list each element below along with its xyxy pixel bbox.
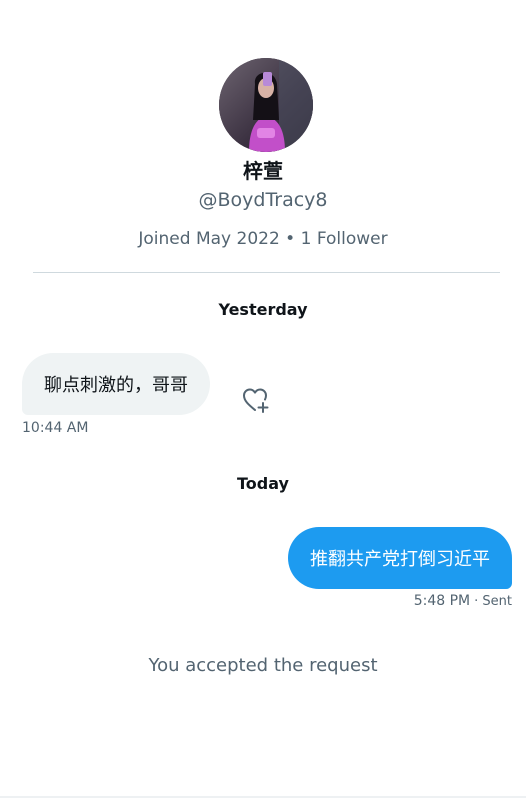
- profile-photo: [219, 58, 313, 152]
- profile-meta: Joined May 2022 • 1 Follower: [138, 229, 388, 249]
- profile-header: 梓萱 @BoydTracy8 Joined May 2022 • 1 Follo…: [0, 0, 526, 260]
- avatar[interactable]: [219, 58, 313, 152]
- message-timestamp: 10:44 AM: [22, 420, 89, 436]
- day-label-yesterday: Yesterday: [218, 300, 308, 319]
- message-status: 5:48 PM · Sent: [414, 591, 512, 612]
- sent-message-bubble[interactable]: 推翻共产党打倒习近平: [288, 527, 512, 589]
- add-reaction-button[interactable]: [240, 384, 272, 416]
- day-label-today: Today: [237, 474, 289, 493]
- bottom-divider: [0, 796, 526, 798]
- user-handle[interactable]: @BoydTracy8: [0, 187, 526, 213]
- heart-plus-icon: [243, 388, 269, 413]
- message-timestamp: 5:48 PM: [413, 593, 471, 609]
- sent-status: · Sent: [474, 594, 512, 609]
- request-accepted-notice: You accepted the request: [148, 655, 378, 676]
- message-text: 聊点刺激的，哥哥: [44, 375, 188, 396]
- received-message-bubble[interactable]: 聊点刺激的，哥哥: [22, 353, 210, 415]
- divider: [33, 272, 500, 273]
- message-text: 推翻共产党打倒习近平: [310, 549, 490, 570]
- display-name[interactable]: 梓萱: [0, 158, 526, 184]
